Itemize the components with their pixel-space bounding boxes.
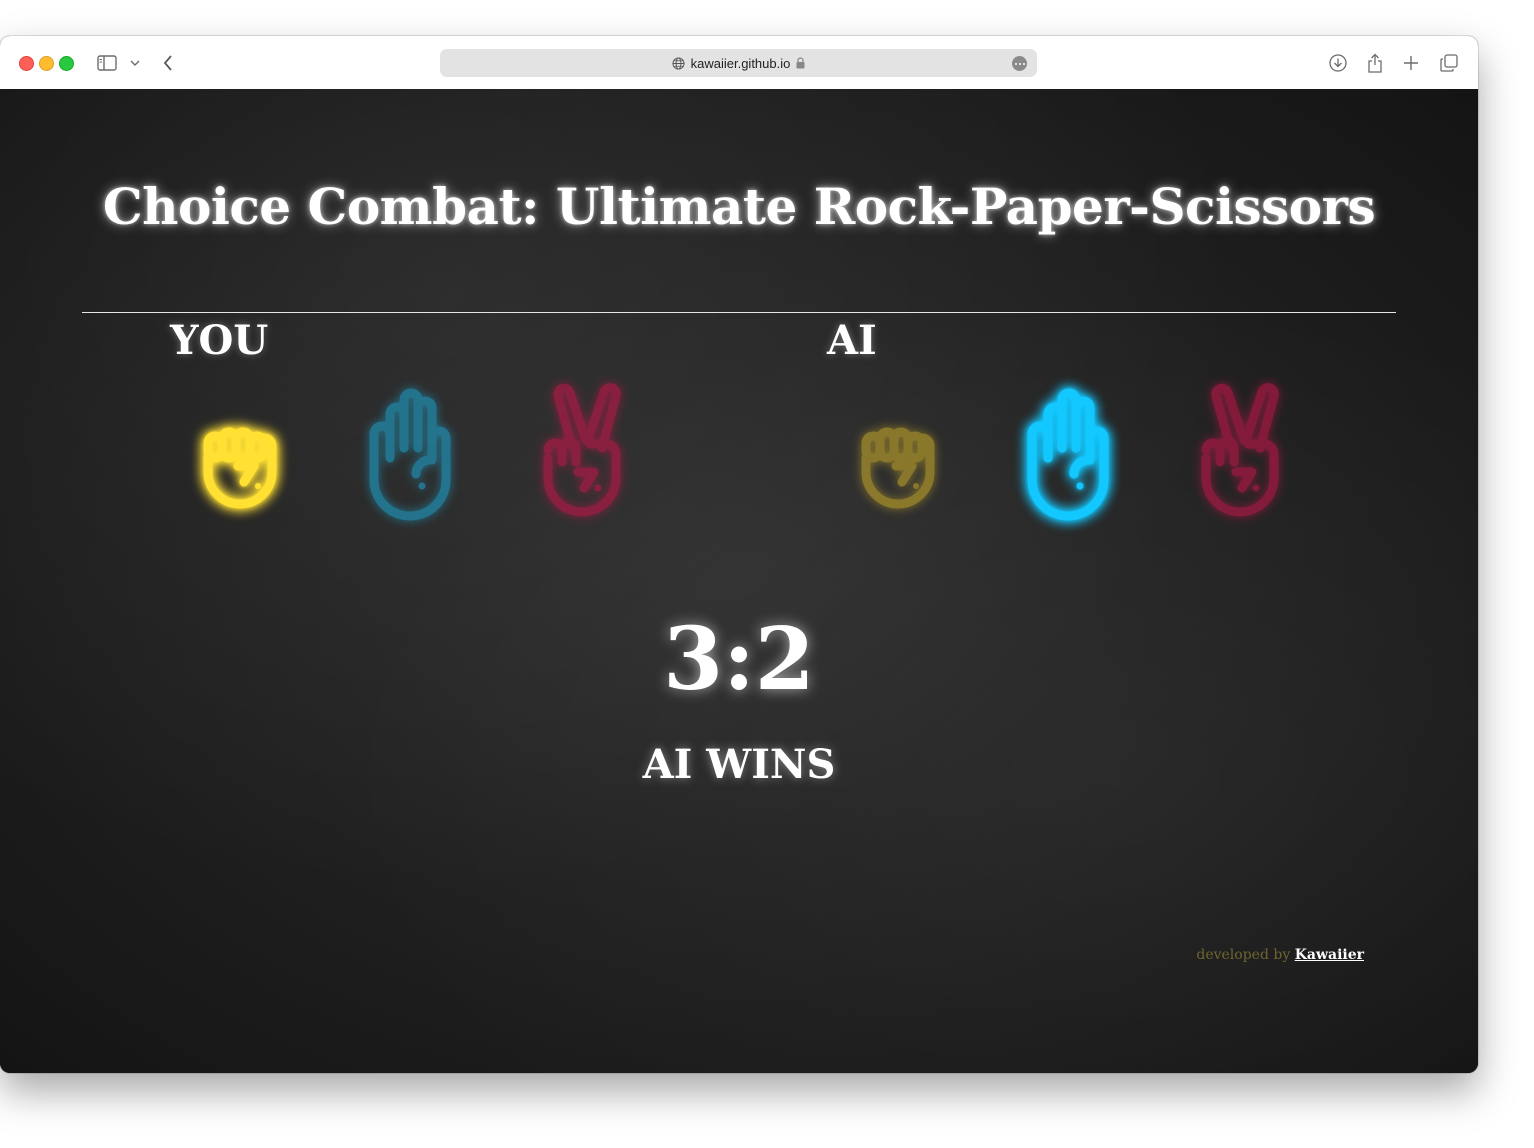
game-page: Choice Combat: Ultimate Rock-Paper-Sciss… xyxy=(0,89,1478,1073)
chevron-down-icon[interactable] xyxy=(125,52,145,74)
score-display: 3:2 xyxy=(663,609,815,710)
minimize-window-button[interactable] xyxy=(39,56,54,71)
peace-hand-icon xyxy=(543,383,621,517)
zoom-window-button[interactable] xyxy=(59,56,74,71)
globe-icon xyxy=(672,56,685,70)
new-tab-icon[interactable] xyxy=(1400,52,1422,74)
close-window-button[interactable] xyxy=(19,56,34,71)
open-hand-icon xyxy=(1027,388,1109,521)
title-divider xyxy=(82,312,1396,313)
browser-toolbar: kawaiier.github.io xyxy=(0,36,1478,90)
you-label: YOU xyxy=(170,317,269,364)
fist-icon xyxy=(203,427,277,509)
lock-icon xyxy=(796,57,805,69)
peace-hand-icon xyxy=(1201,383,1279,517)
url-text: kawaiier.github.io xyxy=(690,55,791,71)
ai-rock-choice xyxy=(838,374,958,524)
developer-credit: developed by Kawaiier xyxy=(1196,947,1364,963)
you-rock-choice[interactable] xyxy=(180,374,300,524)
open-hand-icon xyxy=(369,388,451,521)
ai-paper-choice xyxy=(1008,374,1128,524)
developer-link[interactable]: Kawaiier xyxy=(1295,947,1364,963)
fist-icon xyxy=(861,427,935,509)
back-arrow-icon[interactable] xyxy=(157,52,179,74)
credit-prefix: developed by xyxy=(1196,947,1291,963)
more-options-icon[interactable] xyxy=(1012,56,1027,71)
ai-scissors-choice xyxy=(1180,374,1300,524)
page-title: Choice Combat: Ultimate Rock-Paper-Sciss… xyxy=(102,177,1376,236)
tab-overview-icon[interactable] xyxy=(1438,52,1460,74)
ai-label: AI xyxy=(827,317,877,364)
address-bar[interactable]: kawaiier.github.io xyxy=(440,49,1037,77)
you-scissors-choice[interactable] xyxy=(522,374,642,524)
share-icon[interactable] xyxy=(1364,52,1386,74)
download-icon[interactable] xyxy=(1327,52,1349,74)
round-result: AI WINS xyxy=(642,741,836,788)
browser-window: kawaiier.github.io Choice Combat: Ultima… xyxy=(0,36,1478,1073)
sidebar-toggle-icon[interactable] xyxy=(96,52,118,74)
you-paper-choice[interactable] xyxy=(350,374,470,524)
